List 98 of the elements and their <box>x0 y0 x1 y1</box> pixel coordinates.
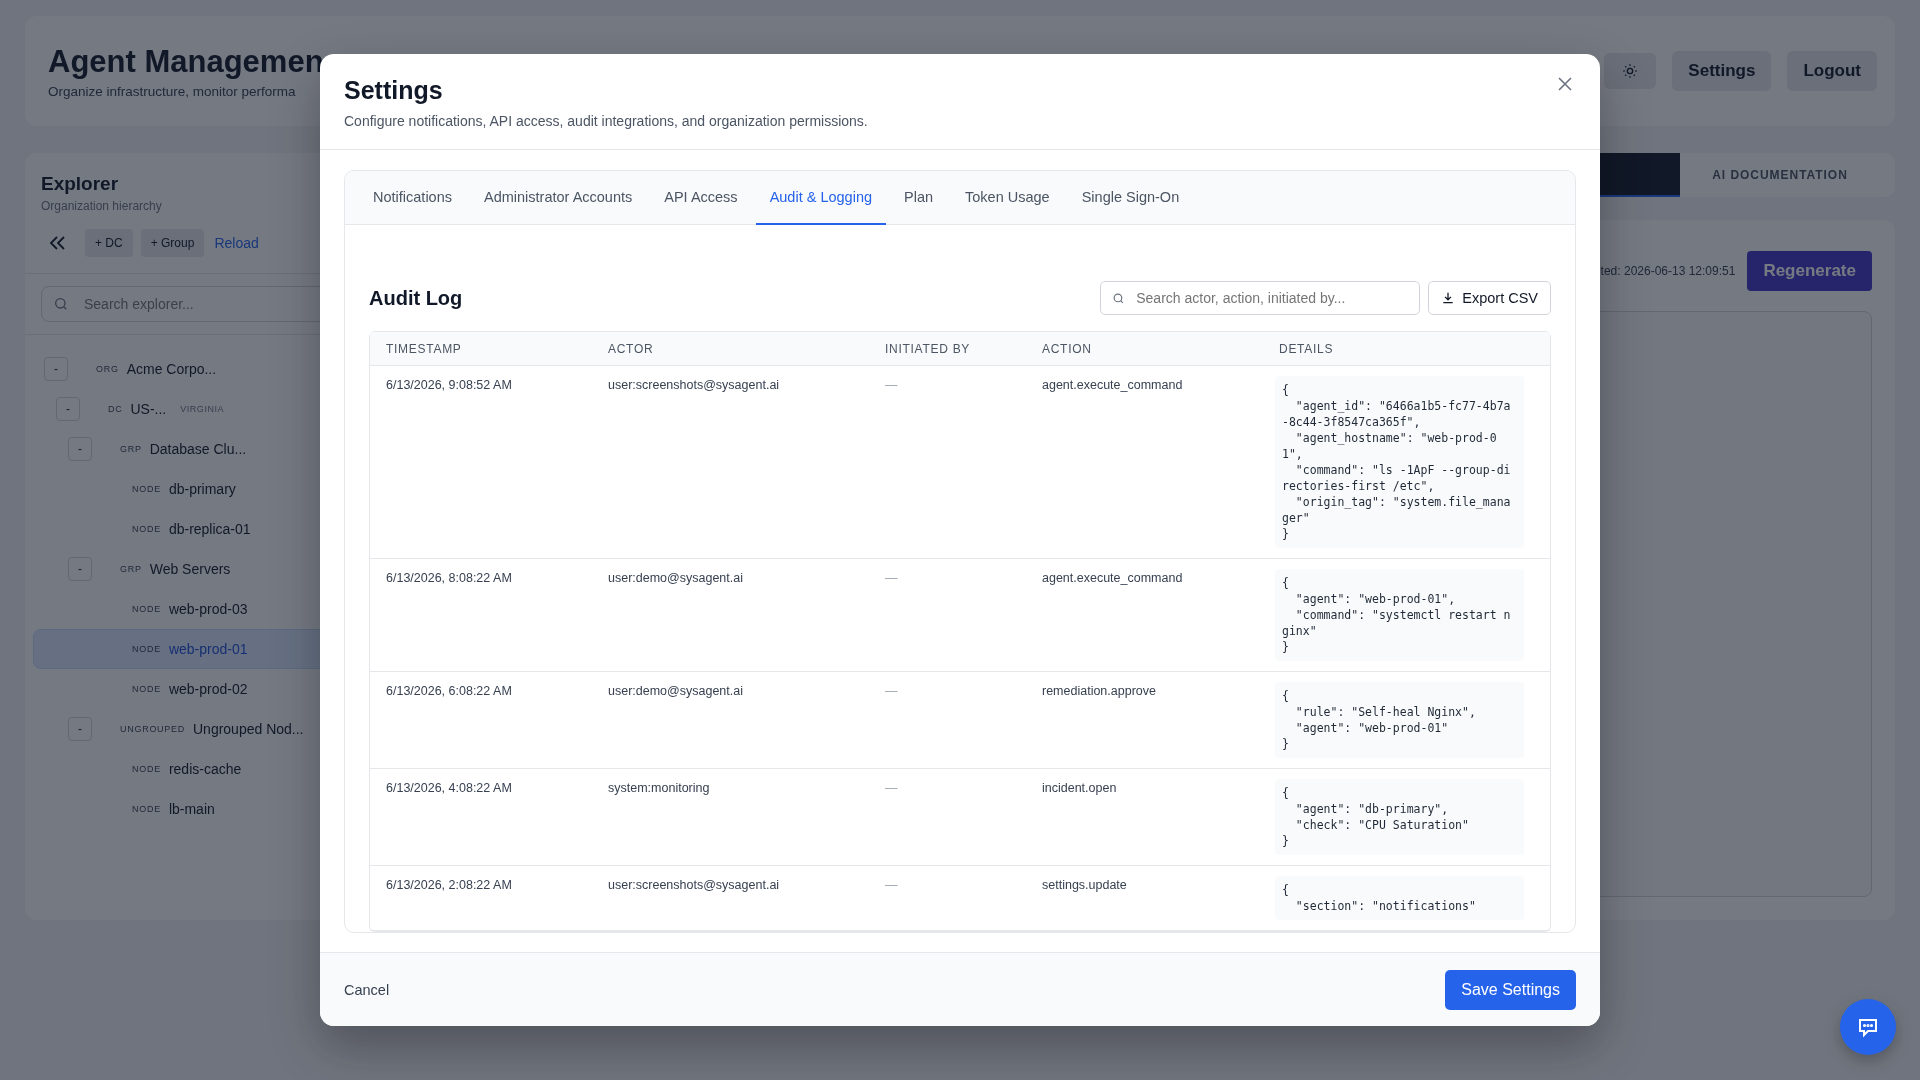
theme-toggle-button[interactable] <box>1604 53 1657 89</box>
node-type: NODE <box>132 644 161 654</box>
save-button[interactable]: Save Settings <box>1445 969 1576 1010</box>
dialog-title: Settings <box>344 76 443 105</box>
node-type: NODE <box>132 684 161 694</box>
add-button[interactable]: + DC <box>85 229 133 257</box>
table-cell: 6/13/2026, 4:08:22 AM <box>386 781 512 795</box>
details-code: { "rule": "Self-heal Nginx", "agent": "web-prod-01" } <box>1275 682 1525 758</box>
node-type: NODE <box>132 484 161 494</box>
cancel-button[interactable]: Cancel <box>344 977 390 1002</box>
download-icon <box>1441 291 1456 305</box>
node-name: Acme Corpo... <box>126 361 217 377</box>
tree-item[interactable]: - UNGROUPED Ungrouped Nod... <box>33 709 387 749</box>
chat-button[interactable] <box>1840 999 1896 1055</box>
tree-item[interactable]: - ORG Acme Corpo... <box>33 349 387 389</box>
node-type: UNGROUPED <box>120 724 185 734</box>
tree-item[interactable]: - DC US-... VIRGINIA <box>33 389 387 429</box>
settings-tab[interactable]: API Access <box>650 171 752 225</box>
node-type: GRP <box>120 564 142 574</box>
node-name: web-prod-01 <box>168 641 248 657</box>
node-type: ORG <box>96 364 119 374</box>
node-type: NODE <box>132 764 161 774</box>
explorer-title: Explorer <box>41 173 120 195</box>
search-icon <box>1112 292 1126 305</box>
table-cell: — <box>885 571 898 585</box>
table-cell: system:monitoring <box>608 781 710 795</box>
table-cell: incident.open <box>1042 781 1117 795</box>
details-code: { "agent": "db-primary", "check": "CPU Saturation" } <box>1275 779 1525 855</box>
explorer-subtitle: Organization hierarchy <box>41 199 163 213</box>
node-name: Web Servers <box>149 561 231 577</box>
region-tag: VIRGINIA <box>180 404 225 414</box>
node-name: db-primary <box>168 481 236 497</box>
node-type: GRP <box>120 444 142 454</box>
details-code: { "agent": "web-prod-01", "command": "systemctl restart nginx" } <box>1275 569 1525 661</box>
node-name: redis-cache <box>168 761 242 777</box>
tree-item[interactable]: - GRP Database Clu... <box>33 429 387 469</box>
collapse-toggle[interactable]: - <box>68 557 92 581</box>
collapse-toggle[interactable]: - <box>56 397 80 421</box>
settings-tab[interactable]: Token Usage <box>951 171 1064 225</box>
page-title: Agent Managemen <box>48 43 324 80</box>
node-type: NODE <box>132 804 161 814</box>
collapse-icon[interactable] <box>49 235 67 251</box>
table-cell: 6/13/2026, 6:08:22 AM <box>386 684 512 698</box>
column-header: ACTION <box>1042 341 1092 356</box>
table-cell: user:demo@sysagent.ai <box>608 571 743 585</box>
table-cell: user:screenshots@sysagent.ai <box>608 378 780 392</box>
table-cell: 6/13/2026, 9:08:52 AM <box>386 378 512 392</box>
reload-link[interactable]: Reload <box>212 235 261 251</box>
settings-tab[interactable]: Notifications <box>359 171 466 225</box>
column-header: INITIATED BY <box>885 341 971 356</box>
node-name: Database Clu... <box>149 441 247 457</box>
node-name: web-prod-02 <box>168 681 248 697</box>
column-header: TIMESTAMP <box>386 341 462 356</box>
header-button[interactable]: Settings <box>1672 51 1772 91</box>
collapse-toggle[interactable]: - <box>68 437 92 461</box>
table-cell: agent.execute_command <box>1042 378 1183 392</box>
table-cell: 6/13/2026, 2:08:22 AM <box>386 878 512 892</box>
search-icon <box>53 296 69 312</box>
tree-item[interactable]: - GRP Web Servers <box>33 549 387 589</box>
node-name: db-replica-01 <box>168 521 251 537</box>
node-type: NODE <box>132 524 161 534</box>
settings-tab[interactable]: Plan <box>890 171 948 225</box>
table-cell: — <box>885 684 898 698</box>
search-field[interactable]: Search actor, action, initiated by... <box>1100 281 1421 315</box>
node-name: Ungrouped Nod... <box>193 721 304 737</box>
column-header: DETAILS <box>1279 341 1334 356</box>
add-button[interactable]: + Group <box>140 229 205 257</box>
table-cell: — <box>885 878 898 892</box>
node-type: NODE <box>132 604 161 614</box>
updated-time: ted: 2026-06-13 12:09:51 <box>1600 264 1736 278</box>
node-name: lb-main <box>168 801 215 817</box>
table-cell: remediation.approve <box>1042 684 1156 698</box>
page-subtitle: Organize infrastructure, monitor performa <box>48 83 297 99</box>
node-name: web-prod-03 <box>168 601 248 617</box>
close-icon[interactable] <box>1557 76 1573 92</box>
column-header: ACTOR <box>608 341 654 356</box>
details-code: { "section": "notifications" <box>1275 876 1525 920</box>
panel-tab[interactable]: AI DOCUMENTATION <box>1680 153 1880 197</box>
node-name: US-... <box>130 401 167 417</box>
settings-tab[interactable]: Single Sign-On <box>1067 171 1194 225</box>
details-code: { "agent_id": "6466a1b5-fc77-4b7a-8c44-3f8547ca365f", "agent_hostname": "web-prod-01", "command": "ls -1ApF --group-directories-first /etc", "origin_tag": "system.file_manager" } <box>1275 376 1525 548</box>
sun-icon <box>1622 63 1639 79</box>
table-cell: — <box>885 378 898 392</box>
table-cell: — <box>885 781 898 795</box>
table-cell: user:screenshots@sysagent.ai <box>608 878 780 892</box>
settings-tab[interactable]: Audit & Logging <box>755 171 886 225</box>
collapse-toggle[interactable]: - <box>44 357 68 381</box>
regenerate-button[interactable]: Regenerate <box>1747 251 1872 291</box>
header-button[interactable]: Logout <box>1787 51 1877 91</box>
settings-tab[interactable]: Administrator Accounts <box>470 171 647 225</box>
node-type: DC <box>108 404 123 414</box>
export-button[interactable]: Export CSV <box>1428 281 1551 315</box>
table-cell: 6/13/2026, 8:08:22 AM <box>386 571 512 585</box>
collapse-toggle[interactable]: - <box>68 717 92 741</box>
table-cell: agent.execute_command <box>1042 571 1183 585</box>
table-cell: user:demo@sysagent.ai <box>608 684 743 698</box>
table-cell: settings.update <box>1042 878 1127 892</box>
dialog-subtitle: Configure notifications, API access, audit integrations, and organization permissions. <box>344 113 869 129</box>
